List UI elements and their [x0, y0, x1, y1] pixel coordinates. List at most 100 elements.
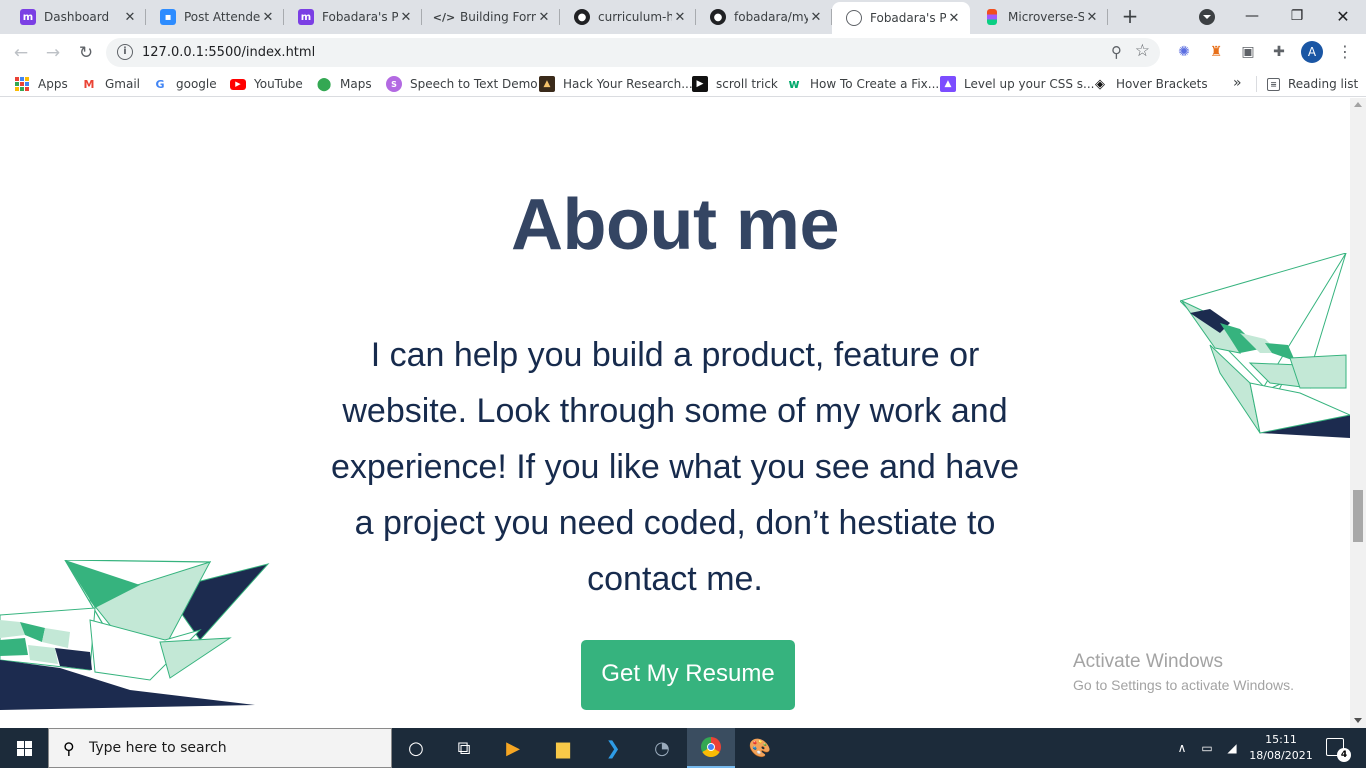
close-window-button[interactable]: ✕ [1320, 0, 1366, 32]
bookmark-label: Hover Brackets [1116, 77, 1208, 91]
zoom-icon: ▪ [160, 9, 176, 25]
system-clock[interactable]: 15:11 18/08/2021 [1246, 732, 1316, 764]
bookmark-label: Maps [340, 77, 372, 91]
vscode-icon[interactable]: ❯ [589, 728, 637, 768]
media-player-icon[interactable]: ▶ [489, 728, 537, 768]
bookmark-speech[interactable]: S Speech to Text Demo [386, 75, 538, 93]
close-icon[interactable]: ✕ [122, 10, 138, 25]
zoom-icon[interactable]: ⚲ [1111, 43, 1122, 61]
bookmark-apps[interactable]: Apps [14, 75, 68, 93]
youtube-icon: ▶ [230, 78, 246, 90]
search-placeholder: Type here to search [89, 740, 227, 756]
bookmark-label: YouTube [254, 77, 303, 91]
bookmark-hover-brackets[interactable]: ◈ Hover Brackets [1092, 75, 1208, 93]
close-icon[interactable]: ✕ [672, 10, 688, 25]
origami-crane-left-illustration [0, 560, 270, 710]
show-hidden-icons[interactable]: ∧ [1173, 728, 1191, 768]
extension-icon[interactable]: ♜ [1207, 43, 1225, 61]
bookmark-level-up-css[interactable]: ▲ Level up your CSS s... [940, 75, 1094, 93]
get-resume-button[interactable]: Get My Resume [581, 640, 795, 710]
about-paragraph: I can help you build a product, feature … [331, 336, 1019, 598]
tab-post-attendee[interactable]: ▪ Post Attendee ✕ [146, 0, 284, 34]
windows-logo-icon [16, 740, 32, 756]
tab-title: fobadara/my- [734, 10, 808, 24]
extension-icon[interactable]: ✺ [1175, 43, 1193, 61]
paint-icon[interactable]: 🎨 [736, 728, 784, 768]
close-icon[interactable]: ✕ [1084, 10, 1100, 25]
tab-title: Building Form [460, 10, 536, 24]
bookmark-label: google [176, 77, 217, 91]
file-explorer-icon[interactable]: ▆ [539, 728, 587, 768]
google-icon: G [155, 77, 165, 91]
notification-count-badge: 4 [1337, 748, 1351, 762]
close-icon[interactable]: ✕ [808, 10, 824, 25]
close-icon[interactable]: ✕ [260, 10, 276, 25]
extensions-puzzle-icon[interactable]: ✚ [1270, 43, 1288, 61]
tab-dashboard[interactable]: m Dashboard ✕ [6, 0, 146, 34]
bookmark-hack-research[interactable]: ▲ Hack Your Research... [539, 75, 693, 93]
clock-date: 18/08/2021 [1249, 749, 1313, 762]
windows-taskbar: ⚲ Type here to search ○ ⧉ ▶ ▆ ❯ ◔ 🎨 ∧ ▭ … [0, 728, 1366, 768]
figma-icon [987, 9, 997, 25]
clock-app-icon[interactable]: ◔ [638, 728, 686, 768]
battery-icon[interactable]: ▭ [1196, 728, 1218, 768]
tab-search-icon[interactable] [1199, 9, 1215, 25]
tab-curriculum[interactable]: ● curriculum-ht ✕ [560, 0, 696, 34]
tab-building-form[interactable]: </> Building Form ✕ [422, 0, 560, 34]
close-icon[interactable]: ✕ [946, 11, 962, 26]
notification-center-icon[interactable]: 4 [1326, 738, 1351, 762]
bookmark-gmail[interactable]: M Gmail [81, 75, 141, 93]
tab-title: curriculum-ht [598, 10, 672, 24]
wifi-icon[interactable]: ◢ [1222, 728, 1242, 768]
reading-list-button[interactable]: ≡ Reading list [1267, 75, 1358, 93]
forward-button[interactable]: → [40, 40, 66, 66]
tab-fobadara-po[interactable]: Fobadara's Po ✕ [832, 2, 970, 34]
scroll-down-arrow[interactable] [1354, 718, 1362, 723]
tab-microverse-st[interactable]: Microverse-St ✕ [970, 0, 1108, 34]
gmail-icon: M [83, 77, 95, 91]
url-text[interactable]: 127.0.0.1:5500/index.html [142, 45, 315, 60]
profile-avatar[interactable]: A [1301, 41, 1323, 63]
codepen-icon: ◈ [1095, 76, 1105, 92]
tab-title: Microverse-St [1008, 10, 1084, 24]
bookmarks-bar: Apps M Gmail G google ▶ YouTube ⬤ Maps S… [0, 71, 1366, 97]
tab-title: Fobadara's Pr [322, 10, 398, 24]
bookmark-scroll-trick[interactable]: ▶ scroll trick [692, 75, 778, 93]
globe-icon [846, 10, 862, 26]
tab-title: Fobadara's Po [870, 11, 946, 25]
clock-time: 15:11 [1265, 733, 1297, 746]
more-bookmarks-button[interactable]: » [1233, 75, 1242, 91]
start-button[interactable] [0, 728, 48, 768]
chrome-icon[interactable] [687, 728, 735, 768]
reload-button[interactable]: ↻ [73, 40, 99, 66]
tab-fobadara-pr[interactable]: m Fobadara's Pr ✕ [284, 0, 422, 34]
about-heading: About me [511, 185, 839, 265]
bookmark-maps[interactable]: ⬤ Maps [316, 75, 372, 93]
task-view-icon[interactable]: ⧉ [440, 728, 488, 768]
tab-fobadara-my[interactable]: ● fobadara/my- ✕ [696, 0, 832, 34]
origami-crane-right-illustration [1180, 253, 1350, 438]
taskbar-search[interactable]: ⚲ Type here to search [48, 728, 392, 768]
minimize-button[interactable]: — [1229, 0, 1275, 32]
back-button[interactable]: ← [8, 40, 34, 66]
tab-title: Post Attendee [184, 10, 260, 24]
address-bar[interactable]: i 127.0.0.1:5500/index.html ⚲ ☆ [106, 38, 1160, 67]
cortana-icon[interactable]: ○ [392, 728, 440, 768]
scroll-up-arrow[interactable] [1354, 102, 1362, 107]
bookmark-star-icon[interactable]: ☆ [1135, 41, 1150, 61]
restore-button[interactable]: ❐ [1274, 0, 1320, 32]
code-icon: </> [432, 10, 456, 24]
bookmark-google[interactable]: G google [152, 75, 217, 93]
close-icon[interactable]: ✕ [398, 10, 414, 25]
bookmark-label: Apps [38, 77, 68, 91]
page-scrollbar[interactable] [1350, 98, 1366, 728]
bookmark-fixed[interactable]: w How To Create a Fix... [786, 75, 939, 93]
new-tab-button[interactable]: + [1118, 5, 1142, 29]
apps-icon [14, 76, 30, 92]
close-icon[interactable]: ✕ [536, 10, 552, 25]
info-icon[interactable]: i [117, 44, 133, 60]
menu-icon[interactable]: ⋮ [1337, 42, 1353, 61]
camera-icon[interactable]: ▣ [1239, 43, 1257, 61]
bookmark-youtube[interactable]: ▶ YouTube [230, 75, 303, 93]
scroll-thumb[interactable] [1353, 490, 1363, 542]
